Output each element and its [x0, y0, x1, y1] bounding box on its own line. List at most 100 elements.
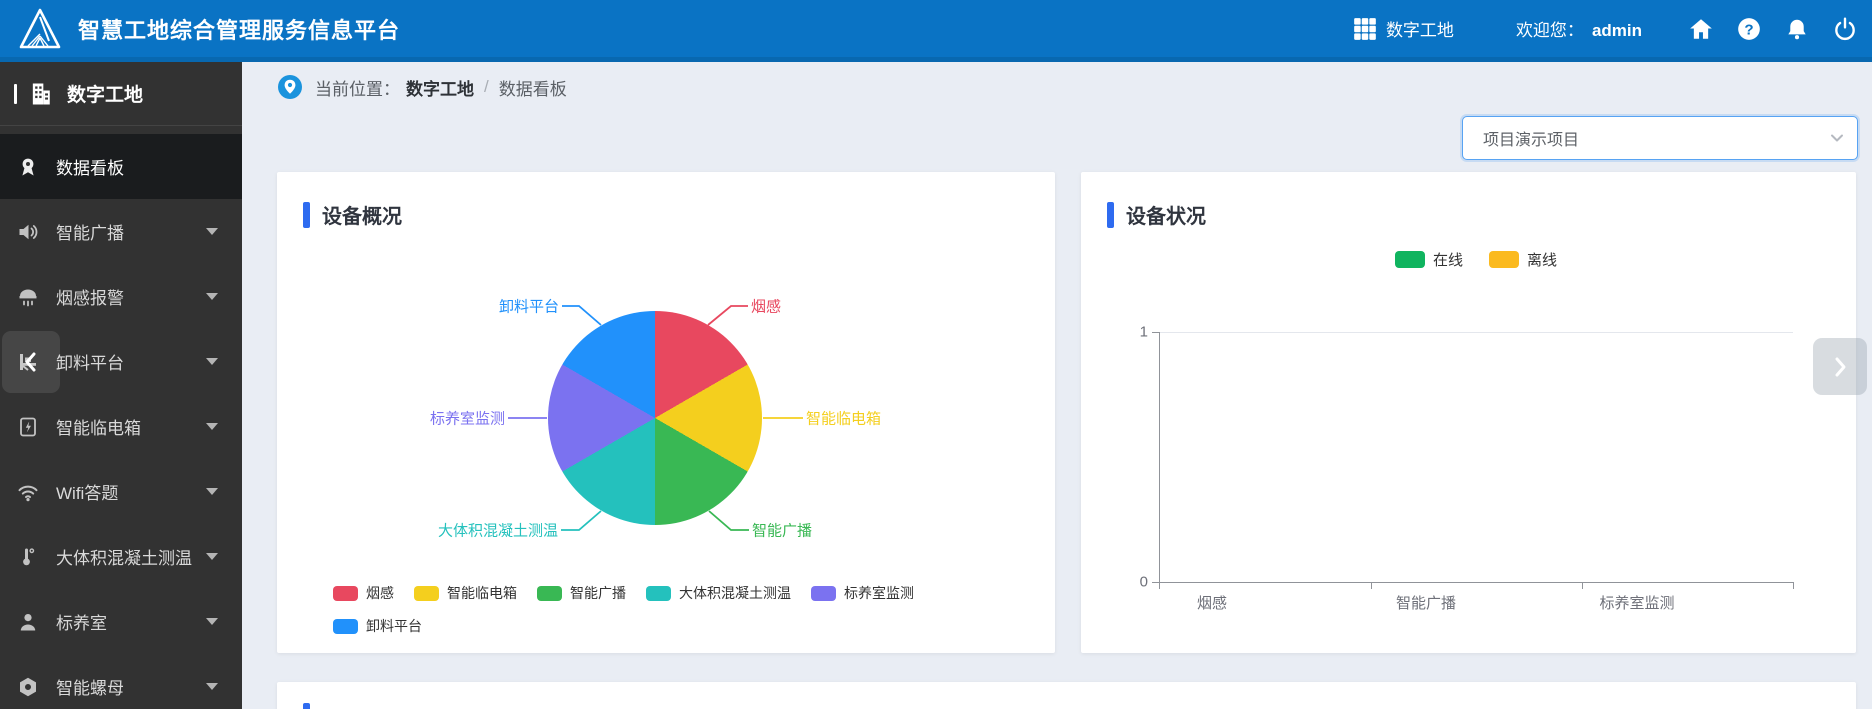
- legend-label: 标养室监测: [844, 583, 914, 603]
- card-title-label: 设备概况: [322, 200, 402, 229]
- project-select-value: 项目演示项目: [1483, 126, 1579, 150]
- sidebar-item-label: 烟感报警: [56, 284, 206, 309]
- legend-swatch: [333, 619, 358, 634]
- legend-swatch: [1489, 251, 1519, 268]
- caret-down-icon: [206, 423, 218, 430]
- welcome-text: 欢迎您： admin: [1516, 16, 1642, 41]
- breadcrumb-prefix: 当前位置：: [315, 75, 400, 100]
- carousel-next-button[interactable]: [1813, 338, 1867, 395]
- bar-chart-legend: 在线 离线: [1159, 249, 1793, 270]
- sidebar-item-1[interactable]: 数据看板: [0, 134, 242, 199]
- legend-label: 智能临电箱: [447, 583, 517, 603]
- apps-grid-icon: [1352, 16, 1378, 42]
- card-title-device-overview: 设备概况: [303, 200, 402, 229]
- app-switcher-button[interactable]: 数字工地: [1352, 16, 1454, 42]
- welcome-label: 欢迎您：: [1516, 21, 1584, 40]
- title-accent-bar: [303, 703, 310, 709]
- legend-item[interactable]: 离线: [1489, 249, 1557, 270]
- person-icon: [16, 610, 40, 634]
- legend-item[interactable]: 标养室监测: [811, 583, 914, 603]
- legend-item[interactable]: 大体积混凝土测温: [646, 583, 791, 603]
- legend-label: 在线: [1433, 249, 1463, 270]
- chevron-down-icon: [1829, 130, 1845, 146]
- sidebar-item-label: 智能广播: [56, 219, 206, 244]
- legend-swatch: [414, 586, 439, 601]
- legend-label: 烟感: [366, 583, 394, 603]
- sidebar-item-label: 标养室: [56, 609, 206, 634]
- sidebar-header-label: 数字工地: [67, 80, 143, 107]
- sidebar-header-tick: [14, 84, 17, 104]
- sidebar-item-6[interactable]: Wifi答题: [0, 459, 242, 524]
- legend-swatch: [1395, 251, 1425, 268]
- caret-down-icon: [206, 618, 218, 625]
- caret-down-icon: [206, 488, 218, 495]
- help-icon[interactable]: ?: [1736, 16, 1762, 42]
- thermometer-icon: [16, 545, 40, 569]
- sidebar-collapse-button[interactable]: [2, 331, 60, 393]
- username: admin: [1592, 21, 1642, 40]
- bell-icon[interactable]: [1784, 16, 1810, 42]
- legend-item[interactable]: 智能临电箱: [414, 583, 517, 603]
- next-section-card-partial: [277, 682, 1856, 709]
- y-axis-label-max: 1: [1108, 324, 1148, 341]
- building-icon: [27, 80, 55, 108]
- x-axis-label: 智能广播: [1396, 592, 1456, 613]
- legend-swatch: [537, 586, 562, 601]
- sidebar-header: 数字工地: [0, 62, 242, 126]
- bar-chart-x-axis: [1159, 582, 1794, 583]
- location-pin-icon: [277, 74, 303, 100]
- electric-box-icon: [16, 415, 40, 439]
- pie-legend-row: 卸料平台: [333, 616, 422, 636]
- legend-item[interactable]: 智能广播: [537, 583, 626, 603]
- sidebar-item-label: 数据看板: [56, 154, 242, 179]
- project-select[interactable]: 项目演示项目: [1462, 116, 1858, 160]
- app-switcher-label: 数字工地: [1386, 16, 1454, 41]
- pie-slice-label: 烟感: [751, 296, 781, 317]
- device-overview-pie-chart[interactable]: [548, 311, 762, 525]
- dashboard-badge-icon: [16, 155, 40, 179]
- sidebar-item-label: 卸料平台: [56, 349, 206, 374]
- y-tick: [1152, 332, 1159, 333]
- legend-swatch: [811, 586, 836, 601]
- pie-slice-label: 标养室监测: [430, 408, 505, 429]
- chevron-left-icon: [21, 350, 41, 374]
- caret-down-icon: [206, 553, 218, 560]
- sidebar-item-7[interactable]: 大体积混凝土测温: [0, 524, 242, 589]
- legend-swatch: [646, 586, 671, 601]
- legend-label: 智能广播: [570, 583, 626, 603]
- title-accent-bar: [1107, 202, 1114, 228]
- bar-chart-y-axis: [1159, 332, 1160, 582]
- legend-label: 大体积混凝土测温: [679, 583, 791, 603]
- x-tick: [1582, 582, 1583, 589]
- platform-logo-icon: [18, 7, 62, 51]
- breadcrumb-root-link[interactable]: 数字工地: [406, 75, 474, 100]
- breadcrumb-separator: /: [484, 77, 489, 97]
- sidebar-item-9[interactable]: 智能螺母: [0, 654, 242, 709]
- legend-item[interactable]: 在线: [1395, 249, 1463, 270]
- top-header-bar: 智慧工地综合管理服务信息平台 数字工地 欢迎您： admin ?: [0, 0, 1872, 62]
- pie-slice-label: 智能临电箱: [806, 408, 881, 429]
- smart-site-dashboard: 智慧工地综合管理服务信息平台 数字工地 欢迎您： admin ?: [0, 0, 1872, 709]
- y-tick: [1152, 582, 1159, 583]
- page-title: 智慧工地综合管理服务信息平台: [78, 13, 400, 45]
- home-icon[interactable]: [1688, 16, 1714, 42]
- caret-down-icon: [206, 358, 218, 365]
- x-tick: [1793, 582, 1794, 589]
- power-icon[interactable]: [1832, 16, 1858, 42]
- legend-label: 离线: [1527, 249, 1557, 270]
- pie-slice-label: 卸料平台: [499, 296, 559, 317]
- pie-legend-row: 烟感 智能临电箱 智能广播 大体积混凝土测温 标养室监测: [333, 583, 914, 603]
- legend-item[interactable]: 烟感: [333, 583, 394, 603]
- sidebar-item-5[interactable]: 智能临电箱: [0, 394, 242, 459]
- sidebar-item-label: 智能螺母: [56, 674, 206, 699]
- legend-item[interactable]: 卸料平台: [333, 616, 422, 636]
- sidebar-item-8[interactable]: 标养室: [0, 589, 242, 654]
- caret-down-icon: [206, 228, 218, 235]
- sidebar-item-3[interactable]: 烟感报警: [0, 264, 242, 329]
- sidebar-item-label: Wifi答题: [56, 479, 206, 504]
- sidebar-item-2[interactable]: 智能广播: [0, 199, 242, 264]
- smoke-alarm-icon: [16, 285, 40, 309]
- card-title-device-status: 设备状况: [1107, 200, 1206, 229]
- card-title-label: 设备状况: [1126, 200, 1206, 229]
- breadcrumb: 当前位置： 数字工地 / 数据看板: [277, 74, 567, 100]
